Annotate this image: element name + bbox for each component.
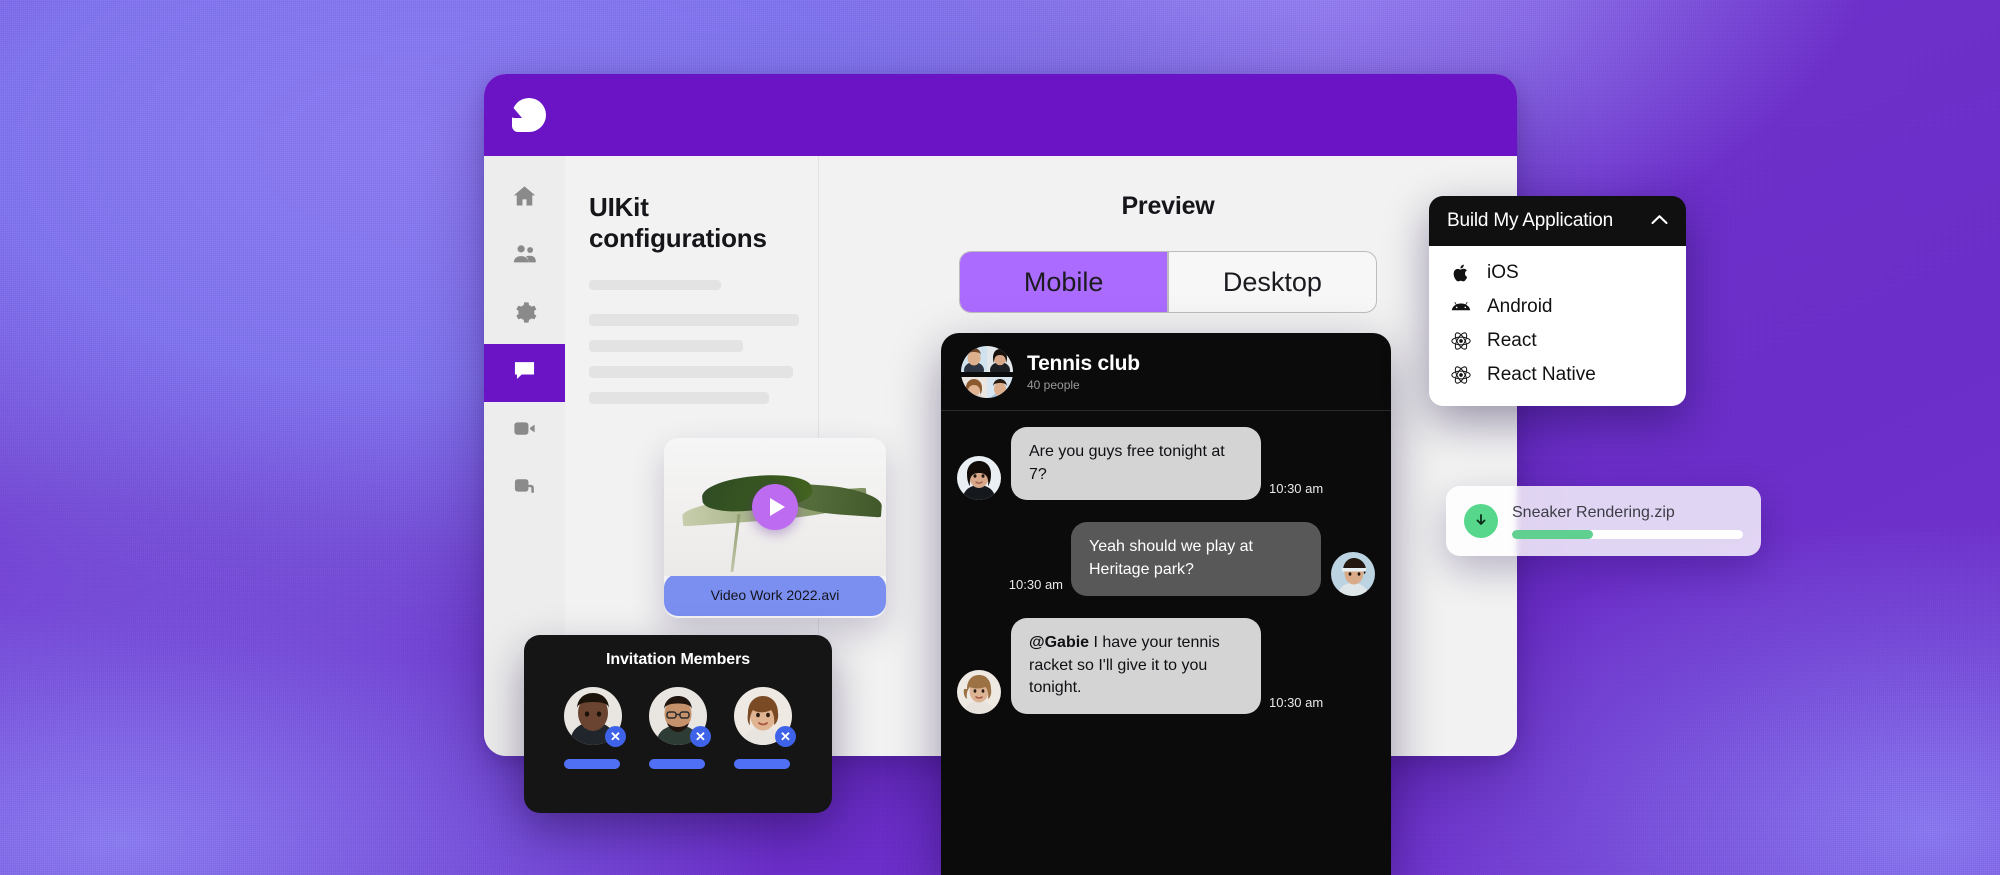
menu-item-label: Android [1487, 296, 1553, 317]
apple-icon [1449, 262, 1473, 284]
build-application-dropdown: Build My Application iOS Android React R… [1429, 196, 1686, 406]
menu-item-label: React [1487, 330, 1537, 351]
skeleton-line [589, 392, 769, 404]
skeleton-line [589, 340, 743, 352]
build-dropdown-label: Build My Application [1447, 210, 1614, 231]
invitation-member-list: ✕ ✕ ✕ [524, 687, 832, 769]
list-item: ✕ [649, 687, 711, 769]
member-name-placeholder [649, 759, 705, 769]
video-filename: Video Work 2022.avi [664, 574, 886, 616]
message-timestamp: 10:30 am [1008, 576, 1063, 592]
speech-bubble-logo-icon [511, 98, 546, 132]
avatar-quadrant [987, 345, 1013, 378]
gear-icon [511, 299, 538, 331]
chevron-up-icon [1651, 212, 1668, 230]
invitation-members-card: Invitation Members ✕ ✕ ✕ [524, 635, 832, 813]
sidebar-item-video[interactable] [484, 402, 565, 460]
menu-item-react[interactable]: React [1429, 324, 1686, 358]
message-list: Are you guys free tonight at 7? 10:30 am… [941, 411, 1391, 715]
react-icon [1449, 330, 1473, 352]
chat-header: Tennis club 40 people [941, 333, 1391, 411]
chat-icon [511, 357, 538, 389]
menu-item-android[interactable]: Android [1429, 290, 1686, 324]
download-progress-bar [1512, 529, 1743, 539]
close-icon[interactable]: ✕ [775, 726, 796, 747]
mention: @Gabie [1029, 633, 1090, 651]
sidebar-item-chat[interactable] [484, 344, 565, 402]
screen-share-icon [511, 473, 538, 505]
build-dropdown-toggle[interactable]: Build My Application [1429, 196, 1686, 246]
android-icon [1449, 296, 1473, 318]
close-icon[interactable]: ✕ [605, 726, 626, 747]
invitation-title: Invitation Members [605, 651, 750, 668]
menu-item-label: iOS [1487, 262, 1519, 283]
list-item: ✕ [734, 687, 796, 769]
play-icon[interactable] [752, 484, 798, 530]
download-arrow-icon [1464, 504, 1498, 538]
people-icon [511, 241, 538, 273]
avatar [1331, 551, 1375, 596]
download-progress-fill [1512, 529, 1593, 539]
preview-title: Preview [1121, 192, 1215, 220]
chat-title: Tennis club [1027, 351, 1140, 375]
download-filename: Sneaker Rendering.zip [1512, 503, 1675, 521]
chat-member-count: 40 people [1027, 377, 1080, 392]
video-thumbnail [664, 438, 886, 576]
app-titlebar [484, 74, 1517, 156]
message-row: 10:30 am Yeah should we play at Heritage… [957, 522, 1375, 596]
menu-item-react-native[interactable]: React Native [1429, 358, 1686, 392]
message-bubble: Yeah should we play at Heritage park? [1071, 522, 1321, 596]
message-timestamp: 10:30 am [1269, 481, 1324, 497]
sidebar-item-members[interactable] [484, 228, 565, 286]
avatar-quadrant [961, 345, 987, 378]
message-row: Are you guys free tonight at 7? 10:30 am [957, 427, 1375, 501]
avatar [957, 456, 1001, 501]
group-avatar [961, 345, 1013, 398]
avatar [957, 670, 1001, 715]
avatar-quadrant [987, 376, 1013, 398]
member-name-placeholder [564, 759, 620, 769]
chat-panel: Tennis club 40 people Are you guys free … [941, 333, 1391, 875]
tab-desktop[interactable]: Desktop [1169, 252, 1376, 312]
message-bubble: @Gabie I have your tennis racket so I'll… [1011, 617, 1261, 715]
sidebar-item-home[interactable] [484, 170, 565, 228]
video-camera-icon [511, 415, 538, 447]
skeleton-line [589, 314, 799, 326]
page-title: UIKit configurations [589, 192, 767, 253]
react-icon [1449, 364, 1473, 386]
skeleton-line [589, 366, 793, 378]
close-icon[interactable]: ✕ [690, 726, 711, 747]
menu-item-label: React Native [1487, 364, 1596, 385]
message-bubble: Are you guys free tonight at 7? [1011, 427, 1261, 501]
skeleton-placeholder-list [589, 280, 799, 404]
avatar-quadrant [961, 376, 987, 398]
sidebar-item-settings[interactable] [484, 286, 565, 344]
message-timestamp: 10:30 am [1269, 695, 1324, 711]
download-toast: Sneaker Rendering.zip [1446, 486, 1761, 556]
video-attachment-card[interactable]: Video Work 2022.avi [664, 438, 886, 618]
sidebar-item-screen-share[interactable] [484, 460, 565, 518]
list-item: ✕ [564, 687, 626, 769]
home-icon [511, 183, 538, 215]
build-platform-list: iOS Android React React Native [1429, 246, 1686, 406]
message-row: @Gabie I have your tennis racket so I'll… [957, 617, 1375, 715]
member-name-placeholder [734, 759, 790, 769]
device-toggle-group: Mobile Desktop [959, 251, 1377, 313]
skeleton-line [589, 280, 721, 290]
tab-mobile[interactable]: Mobile [960, 252, 1168, 312]
menu-item-ios[interactable]: iOS [1429, 256, 1686, 290]
